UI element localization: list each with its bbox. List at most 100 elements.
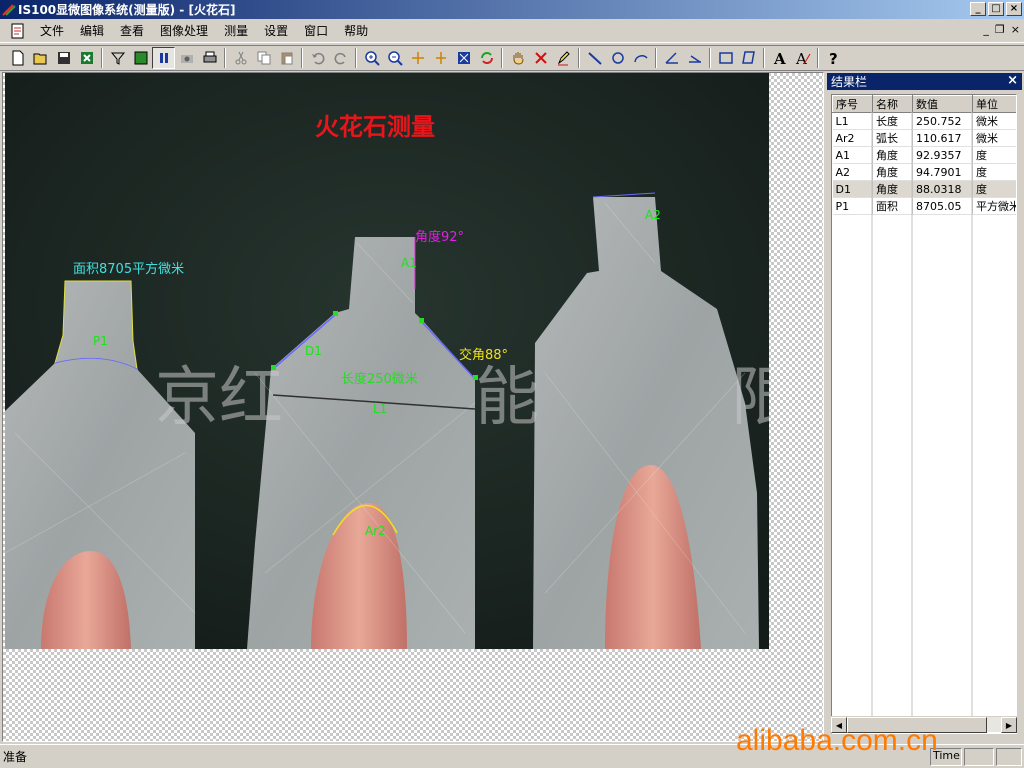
line-icon[interactable] [583, 47, 606, 69]
save-icon[interactable] [52, 47, 75, 69]
image-title: 火花石测量 [315, 112, 435, 141]
area-label: 面积8705平方微米 [73, 261, 184, 277]
cell-value: 88.0318 [912, 180, 973, 198]
table-row[interactable]: P1 面积 8705.05 平方微米 [832, 197, 1016, 215]
ar2-label: Ar2 [365, 524, 386, 538]
zoom-in-icon[interactable] [360, 47, 383, 69]
mdi-restore-button[interactable]: ❐ [995, 23, 1005, 36]
horizontal-fit-icon[interactable] [406, 47, 429, 69]
l1-label: L1 [373, 402, 387, 416]
company-watermark: 京红 能 限公司 [155, 361, 769, 435]
menu-view[interactable]: 查看 [112, 22, 152, 39]
menu-bar: 文件 编辑 查看 图像处理 测量 设置 窗口 帮助 _ ❐ × [0, 19, 1024, 43]
minimize-button[interactable]: _ [970, 2, 986, 16]
open-icon[interactable] [29, 47, 52, 69]
column-header-unit[interactable]: 单位 [972, 95, 1016, 113]
d1-label: D1 [305, 344, 322, 358]
results-panel: 结果栏 × 序号 名称 数值 单位 L1 长度 250.752 微米 Ar2 弧长 110… [827, 73, 1022, 742]
help-icon[interactable]: ? [822, 47, 845, 69]
hand-icon[interactable] [506, 47, 529, 69]
table-row[interactable]: L1 长度 250.752 微米 [832, 112, 1016, 130]
maximize-button[interactable]: □ [988, 2, 1004, 16]
micrograph-svg[interactable]: 京红 能 限公司 火花石测量 面积8705平方微米 P1 角度92° A1 A2… [5, 73, 769, 649]
cell-unit: 平方微米 [972, 197, 1016, 215]
text-style-icon[interactable]: A [791, 47, 814, 69]
angle-a1-label: 角度92° [415, 229, 464, 245]
cell-name: 角度 [872, 163, 913, 181]
mdi-minimize-button[interactable]: _ [983, 23, 989, 36]
column-header-index[interactable]: 序号 [832, 95, 873, 113]
angle-icon[interactable] [660, 47, 683, 69]
paste-icon[interactable] [275, 47, 298, 69]
new-icon[interactable] [6, 47, 29, 69]
cell-id: D1 [832, 180, 873, 198]
toolbar: A A ? [0, 45, 1024, 71]
svg-text:A: A [773, 50, 786, 66]
scroll-right-icon[interactable]: ▶ [1001, 717, 1017, 733]
filter-icon[interactable] [106, 47, 129, 69]
status-text: 准备 [3, 750, 28, 764]
table-row[interactable]: Ar2 弧长 110.617 微米 [832, 129, 1016, 147]
toolbar-separator [301, 48, 303, 68]
results-panel-title: 结果栏 × [827, 73, 1022, 90]
film-icon[interactable] [129, 47, 152, 69]
table-row[interactable]: A1 角度 92.9357 度 [832, 146, 1016, 164]
zoom-out-icon[interactable] [383, 47, 406, 69]
cut-icon[interactable] [229, 47, 252, 69]
cell-id: Ar2 [832, 129, 873, 147]
length-label: 长度250微米 [341, 371, 418, 387]
mdi-close-button[interactable]: × [1011, 23, 1020, 36]
cell-id: A2 [832, 163, 873, 181]
cell-unit: 度 [972, 163, 1016, 181]
camera-icon[interactable] [175, 47, 198, 69]
image-workspace[interactable]: 京红 能 限公司 火花石测量 面积8705平方微米 P1 角度92° A1 A2… [2, 72, 824, 742]
p1-label: P1 [93, 334, 108, 348]
window-title: IS100显微图像系统(测量版) - [火花石] [18, 3, 236, 17]
menu-settings[interactable]: 设置 [256, 22, 296, 39]
menu-image-processing[interactable]: 图像处理 [152, 22, 216, 39]
toolbar-separator [763, 48, 765, 68]
close-button[interactable]: × [1006, 2, 1022, 16]
refresh-icon[interactable] [475, 47, 498, 69]
toolbar-separator [578, 48, 580, 68]
circle-icon[interactable] [606, 47, 629, 69]
table-row-selected[interactable]: D1 角度 88.0318 度 [832, 180, 1016, 198]
export-excel-icon[interactable] [75, 47, 98, 69]
table-row[interactable]: A2 角度 94.7901 度 [832, 163, 1016, 181]
delete-icon[interactable] [529, 47, 552, 69]
menu-edit[interactable]: 编辑 [72, 22, 112, 39]
micrograph-canvas[interactable]: 京红 能 限公司 火花石测量 面积8705平方微米 P1 角度92° A1 A2… [5, 73, 769, 649]
print-icon[interactable] [198, 47, 221, 69]
redo-icon[interactable] [329, 47, 352, 69]
toolbar-separator [501, 48, 503, 68]
text-icon[interactable]: A [768, 47, 791, 69]
pen-icon[interactable] [552, 47, 575, 69]
menu-file[interactable]: 文件 [32, 22, 72, 39]
intersect-angle-icon[interactable] [683, 47, 706, 69]
column-header-name[interactable]: 名称 [872, 95, 913, 113]
column-header-value[interactable]: 数值 [912, 95, 973, 113]
menu-measure[interactable]: 测量 [216, 22, 256, 39]
cell-name: 面积 [872, 197, 913, 215]
table-header: 序号 名称 数值 单位 [832, 95, 1016, 113]
vertical-fit-icon[interactable] [429, 47, 452, 69]
cell-value: 8705.05 [912, 197, 973, 215]
cell-value: 110.617 [912, 129, 973, 147]
polygon-icon[interactable] [737, 47, 760, 69]
pause-icon[interactable] [152, 47, 175, 69]
menu-window[interactable]: 窗口 [296, 22, 336, 39]
menu-help[interactable]: 帮助 [336, 22, 376, 39]
results-table[interactable]: 序号 名称 数值 单位 L1 长度 250.752 微米 Ar2 弧长 110.617 微米… [831, 94, 1017, 734]
document-icon[interactable] [10, 23, 26, 39]
cell-unit: 微米 [972, 112, 1016, 130]
undo-icon[interactable] [306, 47, 329, 69]
fit-window-icon[interactable] [452, 47, 475, 69]
rectangle-icon[interactable] [714, 47, 737, 69]
results-title: 结果栏 [831, 75, 868, 89]
cell-value: 92.9357 [912, 146, 973, 164]
close-icon[interactable]: × [1007, 73, 1018, 88]
status-pane-extra [996, 748, 1022, 766]
arc-icon[interactable] [629, 47, 652, 69]
cell-value: 250.752 [912, 112, 973, 130]
copy-icon[interactable] [252, 47, 275, 69]
